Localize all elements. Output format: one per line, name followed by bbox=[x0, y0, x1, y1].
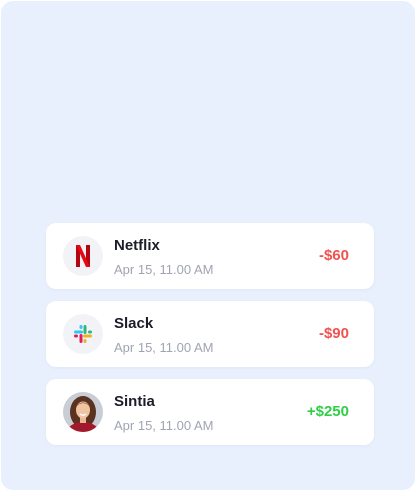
transaction-name: Sintia bbox=[114, 393, 155, 410]
transactions-panel: Netflix Apr 15, 11.00 AM -$60 Slack Apr … bbox=[1, 1, 415, 490]
user-avatar-photo bbox=[63, 392, 103, 432]
transaction-list: Netflix Apr 15, 11.00 AM -$60 Slack Apr … bbox=[46, 223, 374, 457]
transaction-row-netflix[interactable]: Netflix Apr 15, 11.00 AM -$60 bbox=[46, 223, 374, 289]
transaction-date: Apr 15, 11.00 AM bbox=[114, 340, 214, 355]
netflix-logo-icon bbox=[63, 236, 103, 276]
slack-logo-icon bbox=[63, 314, 103, 354]
transaction-amount: +$250 bbox=[306, 403, 349, 420]
transaction-amount: -$90 bbox=[318, 325, 349, 342]
transaction-amount: -$60 bbox=[318, 247, 349, 264]
transaction-date: Apr 15, 11.00 AM bbox=[114, 262, 214, 277]
transaction-name: Slack bbox=[114, 315, 154, 332]
transaction-row-sintia[interactable]: Sintia Apr 15, 11.00 AM +$250 bbox=[46, 379, 374, 445]
transaction-date: Apr 15, 11.00 AM bbox=[114, 418, 214, 433]
transaction-name: Netflix bbox=[114, 237, 160, 254]
transaction-row-slack[interactable]: Slack Apr 15, 11.00 AM -$90 bbox=[46, 301, 374, 367]
